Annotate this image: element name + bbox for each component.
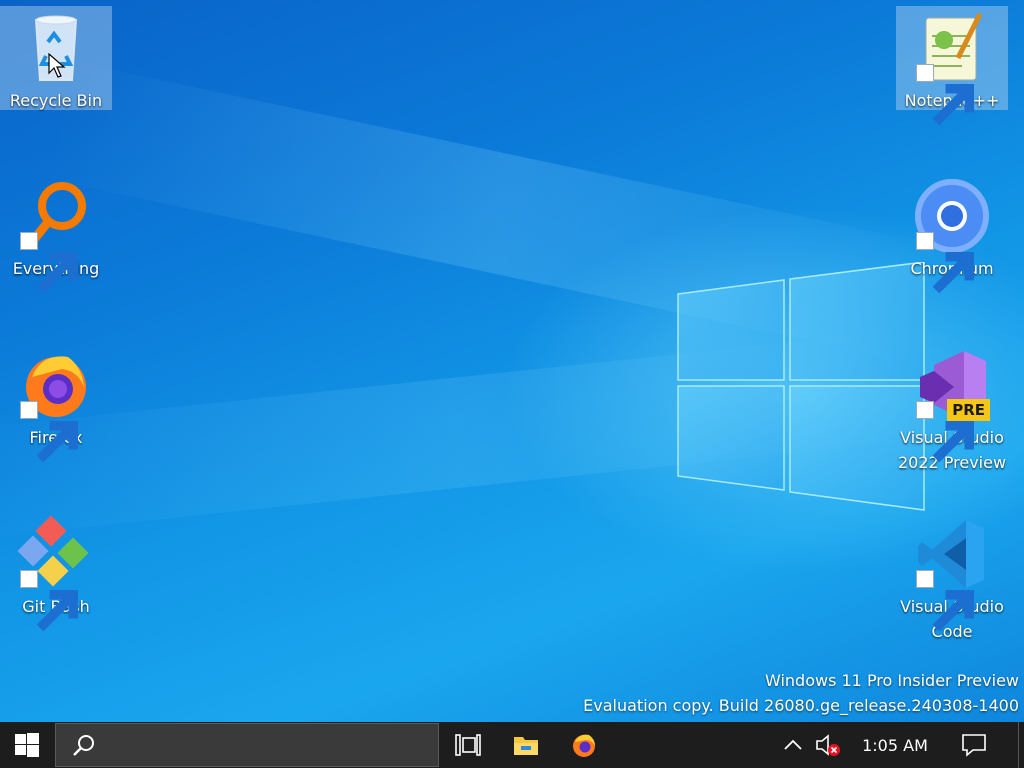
shortcut-arrow-icon [916, 232, 974, 294]
task-view-button[interactable] [446, 722, 490, 768]
desktop-icon-notepad-plus-plus[interactable]: Notepad++ [896, 6, 1008, 126]
watermark-edition: Windows 11 Pro Insider Preview [764, 671, 1019, 690]
desktop-icon-visual-studio-preview[interactable]: PRE Visual Studio 2022 Preview [896, 343, 1008, 475]
desktop-icon-vscode[interactable]: Visual Studio Code [896, 512, 1008, 644]
desktop-icon-chromium[interactable]: Chromium [896, 174, 1008, 294]
start-button[interactable] [0, 722, 54, 768]
desktop-icon-git-bash[interactable]: Git Bash [0, 512, 112, 632]
volume-button[interactable] [810, 722, 846, 768]
shortcut-arrow-icon [916, 570, 974, 632]
firefox-taskbar-button[interactable] [562, 722, 606, 768]
file-explorer-icon [514, 737, 538, 755]
show-hidden-icons-button[interactable] [778, 722, 808, 768]
desktop-icon-label: Recycle Bin [9, 91, 103, 110]
evaluation-watermark: Windows 11 Pro Insider Preview Evaluatio… [583, 668, 1019, 718]
shortcut-arrow-icon [916, 64, 974, 126]
mouse-cursor-icon [48, 53, 66, 78]
shortcut-arrow-icon [916, 401, 974, 463]
taskbar: 1:05 AM [0, 722, 1024, 768]
shortcut-arrow-icon [20, 570, 78, 632]
taskbar-clock[interactable]: 1:05 AM [850, 722, 940, 768]
windows-wallpaper-logo [677, 262, 925, 511]
windows-logo-icon [15, 733, 39, 757]
chevron-up-icon [784, 739, 802, 750]
watermark-build: Evaluation copy. Build 26080.ge_release.… [583, 696, 1019, 715]
search-input[interactable] [116, 732, 420, 760]
desktop[interactable]: Recycle Bin Everything Firefox Git Bash … [0, 0, 1024, 722]
firefox-icon [573, 734, 595, 757]
shortcut-arrow-icon [20, 232, 78, 294]
desktop-icon-everything[interactable]: Everything [0, 174, 112, 294]
shortcut-arrow-icon [20, 401, 78, 463]
task-view-icon [455, 734, 481, 756]
volume-muted-icon [816, 734, 840, 756]
taskbar-search-box[interactable] [55, 723, 439, 767]
search-icon [73, 735, 94, 756]
notification-icon [962, 734, 986, 757]
action-center-button[interactable] [950, 722, 998, 768]
file-explorer-button[interactable] [504, 722, 548, 768]
desktop-icon-firefox[interactable]: Firefox [0, 343, 112, 463]
show-desktop-button[interactable] [1018, 722, 1024, 768]
